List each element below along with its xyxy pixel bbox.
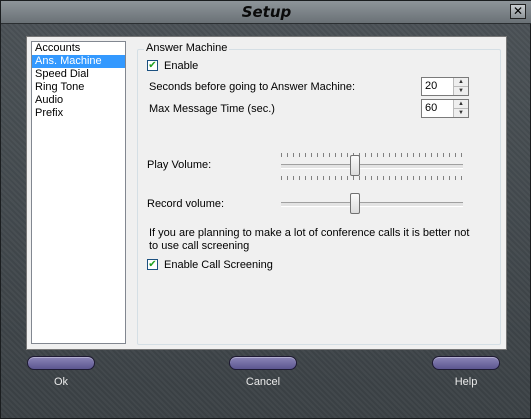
seconds-spinner[interactable]: 20 ▲ ▼ [421, 77, 469, 96]
title-bar[interactable]: Setup ✕ [1, 1, 531, 24]
max-time-label: Max Message Time (sec.) [149, 103, 275, 115]
seconds-spin-buttons[interactable]: ▲ ▼ [453, 78, 468, 95]
spin-up-icon[interactable]: ▲ [454, 78, 468, 87]
sidebar-item-accounts[interactable]: Accounts [32, 42, 125, 55]
help-button[interactable] [432, 356, 500, 370]
close-icon[interactable]: ✕ [510, 4, 526, 19]
spin-down-icon[interactable]: ▼ [454, 87, 468, 95]
record-volume-thumb[interactable] [350, 193, 360, 214]
sidebar-item-ans-machine[interactable]: Ans. Machine [32, 55, 125, 68]
group-title: Answer Machine [144, 42, 230, 54]
play-volume-label: Play Volume: [147, 159, 212, 171]
call-screening-checkbox[interactable]: ✔ [147, 259, 158, 270]
ok-button[interactable] [27, 356, 95, 370]
record-volume-slider[interactable] [281, 189, 463, 219]
enable-checkbox[interactable]: ✔ [147, 60, 158, 71]
seconds-value[interactable]: 20 [425, 80, 437, 92]
spin-down-icon[interactable]: ▼ [454, 109, 468, 117]
play-volume-slider[interactable] [281, 151, 463, 181]
ok-label[interactable]: Ok [27, 376, 95, 388]
settings-panel: Accounts Ans. Machine Speed Dial Ring To… [26, 36, 507, 350]
sidebar-item-speed-dial[interactable]: Speed Dial [32, 68, 125, 81]
sidebar-item-prefix[interactable]: Prefix [32, 107, 125, 120]
slider-ticks [281, 176, 463, 180]
max-time-value[interactable]: 60 [425, 102, 437, 114]
seconds-label: Seconds before going to Answer Machine: [149, 81, 356, 93]
category-list[interactable]: Accounts Ans. Machine Speed Dial Ring To… [31, 41, 126, 344]
cancel-button[interactable] [229, 356, 297, 370]
record-volume-label: Record volume: [147, 198, 225, 210]
max-time-spin-buttons[interactable]: ▲ ▼ [453, 100, 468, 117]
answer-machine-content: Answer Machine ✔ Enable Seconds before g… [137, 41, 503, 346]
max-time-spinner[interactable]: 60 ▲ ▼ [421, 99, 469, 118]
help-label[interactable]: Help [432, 376, 500, 388]
sidebar-item-audio[interactable]: Audio [32, 94, 125, 107]
spin-up-icon[interactable]: ▲ [454, 100, 468, 109]
slider-track [281, 202, 463, 207]
sidebar-item-ring-tone[interactable]: Ring Tone [32, 81, 125, 94]
slider-track [281, 164, 463, 169]
enable-label: Enable [164, 60, 199, 72]
screening-note: If you are planning to make a lot of con… [149, 227, 470, 252]
window-title: Setup [241, 3, 292, 21]
setup-window: Setup ✕ Accounts Ans. Machine Speed Dial… [0, 0, 531, 419]
slider-ticks [281, 153, 463, 157]
cancel-label[interactable]: Cancel [229, 376, 297, 388]
call-screening-label: Enable Call Screening [164, 259, 273, 271]
play-volume-thumb[interactable] [350, 155, 360, 176]
